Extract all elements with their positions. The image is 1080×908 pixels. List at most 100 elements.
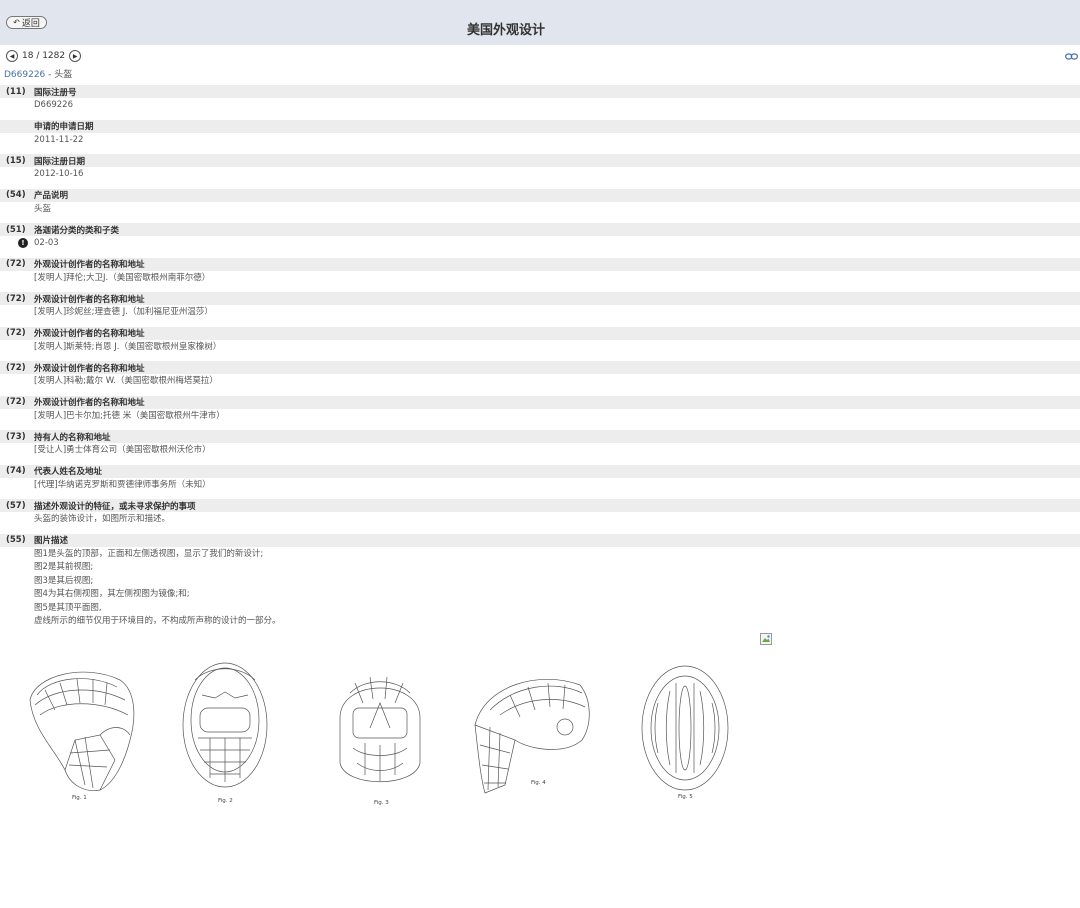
field-label: 外观设计创作者的名称和地址 <box>34 329 145 339</box>
field-label: 洛迦诺分类的类和子类 <box>34 225 120 236</box>
field-header: (72) 外观设计创作者的名称和地址 <box>0 292 1080 305</box>
pager: ◀ 18 / 1282 ▶ <box>6 49 82 63</box>
next-page-button[interactable]: ▶ <box>69 50 82 62</box>
field-value: [代理]华纳诺克罗斯和贾德律师事务所（未知） <box>0 480 1080 492</box>
field-list: (11) 国际注册号 D669226 申请的申请日期 2011-11-22 (15) 国际注… <box>0 85 1080 628</box>
field-code: (72) <box>6 293 26 304</box>
field-label: 国际注册日期 <box>34 156 86 167</box>
field-header: (72) 外观设计创作者的名称和地址 <box>0 257 1080 271</box>
field-value: 图5是其顶平面图, <box>0 603 1080 615</box>
field-header: (15) 国际注册日期 <box>0 154 1080 167</box>
field-code: (72) <box>6 397 26 407</box>
breadcrumb-separator: - <box>45 70 55 80</box>
figure-caption: Fig. 1 <box>72 795 87 801</box>
field-value-text: 02-03 <box>34 238 59 248</box>
field-header: (51) 洛迦诺分类的类和子类 <box>0 223 1080 236</box>
figure-caption: Fig. 2 <box>218 798 233 804</box>
pager-count: 18 / 1282 <box>22 51 66 61</box>
field-value: 图4为其右侧视图，其左侧视图为镜像;和; <box>0 589 1080 601</box>
figure-caption: Fig. 3 <box>374 800 389 806</box>
field-label: 申请的申请日期 <box>34 122 94 132</box>
field-label: 外观设计创作者的名称和地址 <box>34 363 145 374</box>
field-value: [发明人]斯莱特;肖恩 J.（美国密歇根州皇家橡树） <box>0 342 1080 354</box>
field-value-text: 2011-11-22 <box>34 134 84 145</box>
field-value-text: [发明人]科勒;戴尔 W.（美国密歇根州梅塔莫拉） <box>34 376 218 386</box>
helmet-fig2-image <box>182 662 268 788</box>
field-code: (51) <box>6 224 26 235</box>
field-value-text: D669226 <box>34 100 73 110</box>
field-label: 外观设计创作者的名称和地址 <box>34 398 145 408</box>
field-value-text: 2012-10-16 <box>34 169 84 179</box>
field-value-text: [发明人]巴卡尔加;托德 米（美国密歇根州牛津市） <box>34 410 225 421</box>
field-value-text: [代理]华纳诺克罗斯和贾德律师事务所（未知） <box>34 479 211 490</box>
chevron-left-icon: ◀ <box>9 52 15 60</box>
field-value: [发明人]拜伦;大卫J.（美国密歇根州南菲尔德） <box>0 273 1080 285</box>
field-code: (72) <box>6 328 26 338</box>
breadcrumb-number[interactable]: D669226 <box>4 70 45 80</box>
field-value: [受让人]勇士体育公司（美国密歇根州沃伦市） <box>0 445 1080 457</box>
field-header: (72) 外观设计创作者的名称和地址 <box>0 326 1080 340</box>
field-label: 外观设计创作者的名称和地址 <box>34 294 145 305</box>
field-value-text: [发明人]珍妮丝;理查德 J.（加利福尼亚州温莎） <box>34 307 213 317</box>
top-bar: ↶ 返回 美国外观设计 <box>0 0 1080 45</box>
field-header: (72) 外观设计创作者的名称和地址 <box>0 395 1080 409</box>
field-header: (11) 国际注册号 <box>0 85 1080 98</box>
field-header: (55) 图片描述 <box>0 533 1080 547</box>
field-value-text: 图1是头盔的顶部，正面和左侧透视图，显示了我们的新设计; <box>34 548 264 559</box>
field-value-text: 图4为其右侧视图，其左侧视图为镜像;和; <box>34 589 190 599</box>
field-header: 申请的申请日期 <box>0 119 1080 133</box>
info-icon[interactable]: ! <box>18 238 28 248</box>
field-value-text: 图3是其后视图; <box>34 575 94 586</box>
field-value: [发明人]科勒;戴尔 W.（美国密歇根州梅塔莫拉） <box>0 376 1080 388</box>
chevron-right-icon: ▶ <box>72 52 78 60</box>
link-icon[interactable] <box>1065 52 1078 61</box>
helmet-fig5-image <box>641 665 729 791</box>
field-label: 代表人姓名及地址 <box>34 467 103 477</box>
prev-page-button[interactable]: ◀ <box>6 50 18 62</box>
field-value: [发明人]珍妮丝;理查德 J.（加利福尼亚州温莎） <box>0 307 1080 319</box>
breadcrumb-name: 头盔 <box>54 70 73 80</box>
field-value: 图2是其前视图; <box>0 562 1080 574</box>
field-value: 2012-10-16 <box>0 169 1080 181</box>
field-value-text: 虚线所示的细节仅用于环境目的，不构成所声称的设计的一部分。 <box>34 616 281 626</box>
figure-caption: Fig. 4 <box>531 780 546 786</box>
field-value-text: [发明人]拜伦;大卫J.（美国密歇根州南菲尔德） <box>34 272 211 283</box>
field-value-text: 头盔 <box>34 203 52 214</box>
helmet-fig3-image <box>339 676 421 782</box>
field-label: 描述外观设计的特征，或未寻求保护的事项 <box>34 501 196 512</box>
field-value: 图1是头盔的顶部，正面和左侧透视图，显示了我们的新设计; <box>0 549 1080 561</box>
field-code: (55) <box>6 535 26 545</box>
broken-image-icon <box>760 633 772 645</box>
field-value-text: [发明人]斯莱特;肖恩 J.（美国密歇根州皇家橡树） <box>34 341 222 352</box>
field-value: 2011-11-22 <box>0 135 1080 147</box>
field-code: (11) <box>6 86 26 97</box>
field-value: 头盔的装饰设计，如图所示和描述。 <box>0 514 1080 526</box>
field-value: 图3是其后视图; <box>0 576 1080 588</box>
field-label: 产品说明 <box>34 191 69 201</box>
field-header: (73) 持有人的名称和地址 <box>0 430 1080 443</box>
page-title: 美国外观设计 <box>466 23 545 38</box>
field-code: (72) <box>6 259 26 269</box>
field-value: 虚线所示的细节仅用于环境目的，不构成所声称的设计的一部分。 <box>0 616 1080 628</box>
field-label: 国际注册号 <box>34 87 77 98</box>
figure-caption: Fig. 5 <box>678 794 693 800</box>
field-value-text: 图2是其前视图; <box>34 562 94 572</box>
field-value-text: 图5是其顶平面图, <box>34 602 102 613</box>
field-value-text: 头盔的装饰设计，如图所示和描述。 <box>34 514 171 524</box>
field-value: D669226 <box>0 100 1080 112</box>
field-header: (74) 代表人姓名及地址 <box>0 464 1080 478</box>
field-value-text: [受让人]勇士体育公司（美国密歇根州沃伦市） <box>34 445 211 455</box>
breadcrumb: D669226 - 头盔 <box>4 67 72 80</box>
field-header: (57) 描述外观设计的特征，或未寻求保护的事项 <box>0 499 1080 512</box>
field-header: (54) 产品说明 <box>0 188 1080 202</box>
field-code: (73) <box>6 431 26 442</box>
field-header: (72) 外观设计创作者的名称和地址 <box>0 361 1080 374</box>
field-value: ! 02-03 <box>0 238 1080 250</box>
field-code: (74) <box>6 466 26 476</box>
field-label: 图片描述 <box>34 536 69 546</box>
field-code: (57) <box>6 500 26 511</box>
field-value: [发明人]巴卡尔加;托德 米（美国密歇根州牛津市） <box>0 411 1080 423</box>
field-code: (15) <box>6 155 26 166</box>
helmet-fig1-image <box>29 671 135 791</box>
field-label: 持有人的名称和地址 <box>34 432 111 443</box>
